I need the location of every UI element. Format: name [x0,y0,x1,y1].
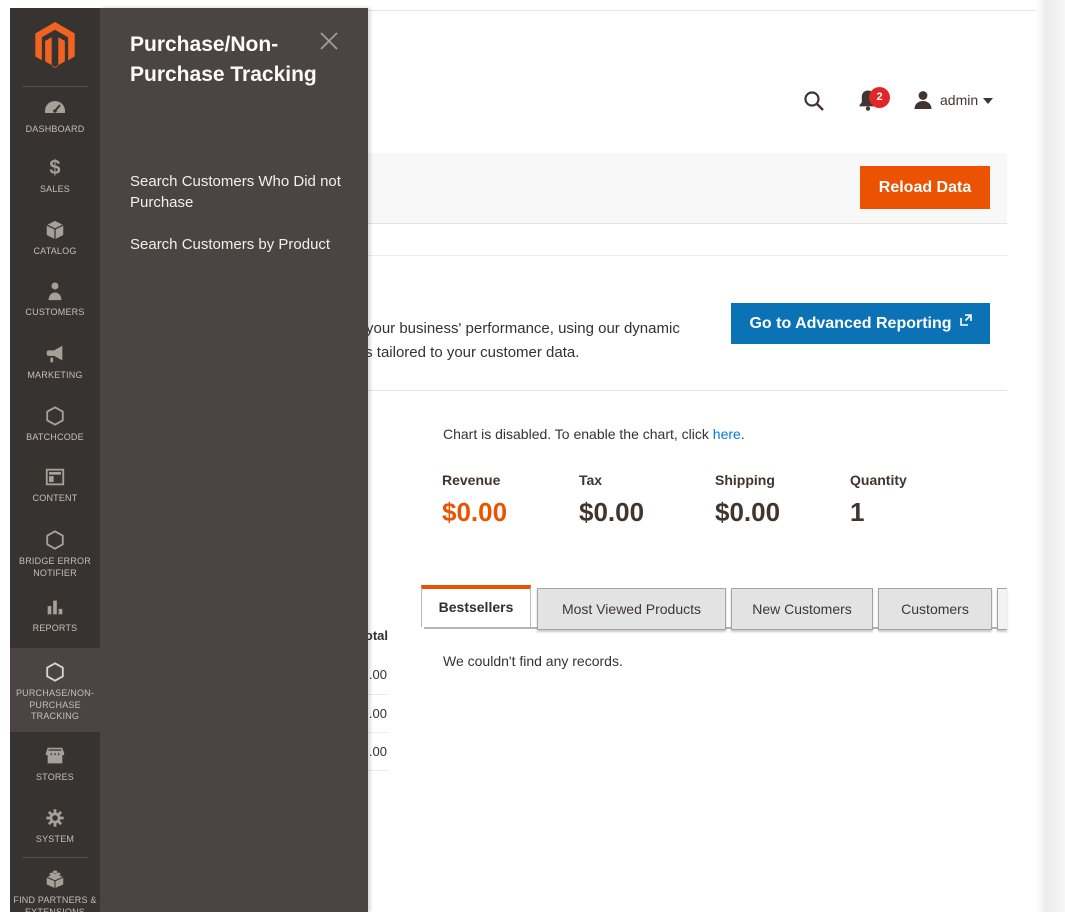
sidebar-item-label: PURCHASE/NON-PURCHASE TRACKING [16,688,94,721]
sales-dollar-icon: $ [12,157,98,179]
quantity-label: Quantity [850,472,982,488]
search-icon[interactable] [802,89,826,113]
sidebar-item-find-partners[interactable]: FIND PARTNERS & EXTENSIONS [10,868,100,912]
sidebar-item-catalog[interactable]: CATALOG [10,219,100,258]
purchase-tracking-hexagon-icon [44,661,66,683]
revenue-label: Revenue [442,472,574,488]
tax-label: Tax [579,472,711,488]
sidebar-item-batchcode[interactable]: BATCHCODE [10,405,100,444]
external-link-icon [960,314,972,326]
chart-disabled-notice: Chart is disabled. To enable the chart, … [443,426,745,442]
total-shipping: Shipping $0.00 [715,472,847,528]
sidebar-item-label: FIND PARTNERS & EXTENSIONS [13,895,96,912]
content-layout-icon [44,466,66,488]
tab-partial-next[interactable] [997,588,1007,630]
sidebar-item-label: CATALOG [33,246,76,256]
total-revenue: Revenue $0.00 [442,472,574,528]
advanced-reporting-button-label: Go to Advanced Reporting [749,315,951,333]
sidebar-divider [22,857,88,858]
sidebar-item-label: SYSTEM [36,834,74,844]
catalog-box-icon [44,219,66,241]
chart-notice-period: . [741,426,745,442]
grid-empty-message: We couldn't find any records. [443,653,623,669]
admin-menu-caret-icon[interactable] [983,98,993,109]
sidebar-item-label: CONTENT [33,493,78,503]
sidebar-item-marketing[interactable]: MARKETING [10,343,100,382]
reload-data-button[interactable]: Reload Data [860,166,990,209]
sidebar-item-label: MARKETING [27,370,82,380]
tab-bestsellers[interactable]: Bestsellers [421,585,531,627]
sidebar-item-sales[interactable]: $ SALES [10,157,100,196]
quantity-value: 1 [850,497,982,528]
sidebar-item-label: BATCHCODE [26,432,84,442]
sidebar-item-system[interactable]: SYSTEM [10,807,100,846]
customers-person-icon [44,280,66,302]
sidebar-item-label: BRIDGE ERROR NOTIFIER [19,556,91,578]
sidebar-item-reports[interactable]: REPORTS [10,596,100,635]
sidebar-item-purchase-non-purchase-tracking[interactable]: PURCHASE/NON-PURCHASE TRACKING [10,648,100,732]
find-partners-brick-icon [43,868,67,890]
flyout-title: Purchase/Non-Purchase Tracking [130,30,326,90]
sidebar-item-label: SALES [40,184,70,194]
purchase-tracking-flyout: Purchase/Non-Purchase Tracking Search Cu… [100,8,368,912]
shipping-value: $0.00 [715,497,847,528]
sidebar-item-dashboard[interactable]: DASHBOARD [10,97,100,136]
tab-customers[interactable]: Customers [878,588,992,630]
magento-admin-dashboard: 2 admin Reload Data Now you can get a de… [0,0,1065,912]
admin-user-icon[interactable] [911,88,935,112]
flyout-link-by-product[interactable]: Search Customers by Product [130,234,352,255]
enable-chart-link[interactable]: here [713,426,741,442]
batchcode-hexagon-icon [44,405,66,427]
sidebar-item-label: DASHBOARD [26,124,85,134]
sidebar-item-bridge-error-notifier[interactable]: BRIDGE ERROR NOTIFIER [10,529,100,579]
sidebar-item-label: STORES [36,772,74,782]
total-tax: Tax $0.00 [579,472,711,528]
sidebar-divider [22,86,88,87]
system-gear-icon [44,807,66,829]
sidebar-item-content[interactable]: CONTENT [10,466,100,505]
stores-shop-icon [44,745,66,767]
reports-bar-chart-icon [44,596,66,618]
revenue-value: $0.00 [442,497,574,528]
sidebar-item-stores[interactable]: STORES [10,745,100,784]
notification-count-badge[interactable]: 2 [869,87,890,108]
magento-logo[interactable] [10,22,100,73]
sidebar-item-label: CUSTOMERS [25,307,84,317]
sidebar-item-customers[interactable]: CUSTOMERS [10,280,100,319]
chart-notice-text: Chart is disabled. To enable the chart, … [443,426,713,442]
dashboard-gauge-icon [43,97,67,119]
total-quantity: Quantity 1 [850,472,982,528]
go-to-advanced-reporting-button[interactable]: Go to Advanced Reporting [731,303,990,344]
close-icon[interactable] [318,30,340,52]
tax-value: $0.00 [579,497,711,528]
sidebar-item-label: REPORTS [33,623,78,633]
tab-new-customers[interactable]: New Customers [731,588,873,630]
admin-sidebar: DASHBOARD $ SALES CATALOG CUSTOMERS [10,8,100,912]
page-scrollbar[interactable] [1036,0,1065,912]
shipping-label: Shipping [715,472,847,488]
flyout-link-did-not-purchase[interactable]: Search Customers Who Did not Purchase [130,171,352,213]
bridge-error-notifier-hexagon-icon [44,529,66,551]
tab-most-viewed-products[interactable]: Most Viewed Products [537,588,726,630]
admin-username[interactable]: admin [940,92,978,108]
marketing-megaphone-icon [44,343,66,365]
